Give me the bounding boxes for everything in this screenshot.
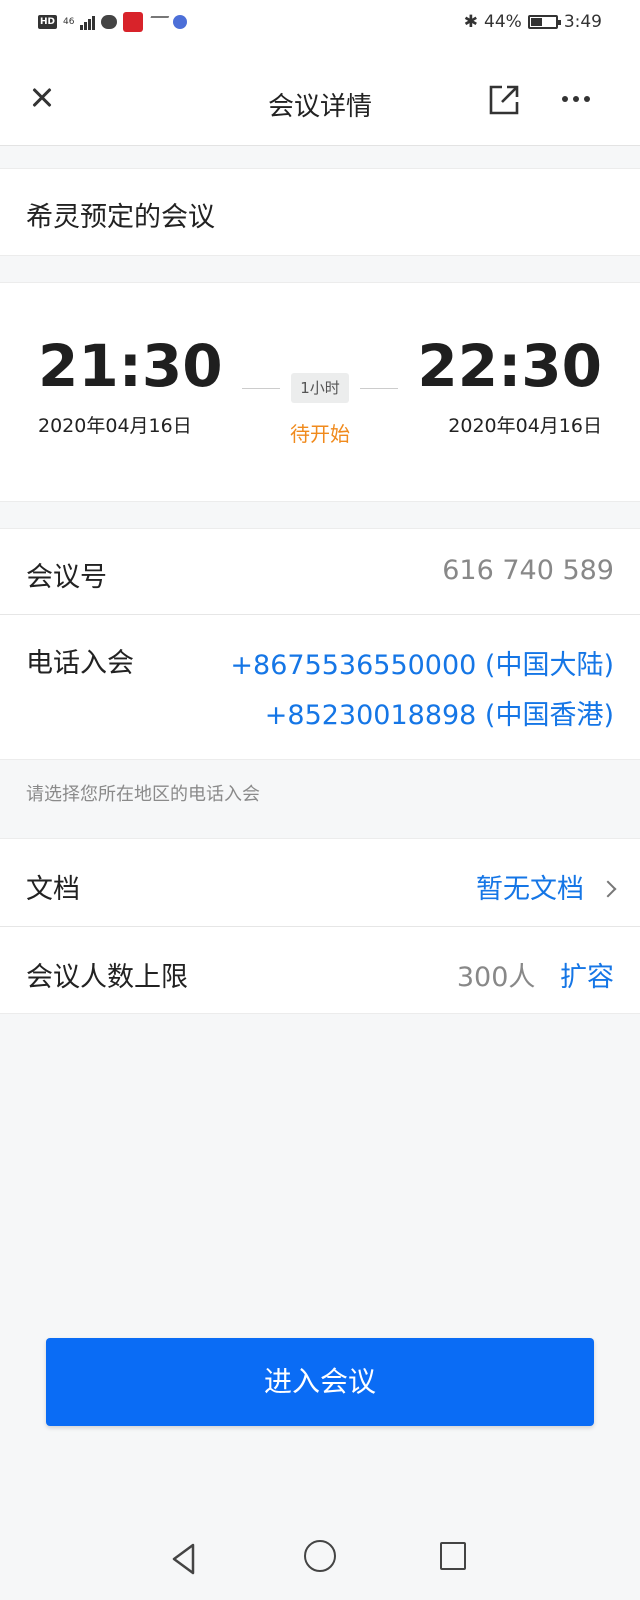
meeting-id-value[interactable]: 616 740 589: [442, 555, 614, 586]
chevron-right-icon: [599, 880, 617, 898]
phone-join-row: 电话入会 +8675536550000 (中国大陆) +85230018898 …: [0, 615, 640, 759]
app-notification-icon: [123, 12, 144, 32]
recent-apps-icon[interactable]: [440, 1542, 466, 1570]
status-icons-right: ✱ 44% 3:49: [464, 12, 602, 32]
end-date: 2020年04月16日: [448, 415, 602, 437]
app-root: HD 46 ✱ 44% 3:49 会议详情 希灵预定的会议 21:30 2020…: [0, 0, 640, 1600]
meeting-extra-group: 文档 暂无文档 会议人数上限 300人 扩容: [0, 838, 640, 1014]
app-notification-icon-2: [147, 16, 170, 28]
capacity-row: 会议人数上限 300人 扩容: [0, 927, 640, 1013]
document-row[interactable]: 文档 暂无文档: [0, 839, 640, 927]
divider-line: [360, 388, 398, 389]
meeting-id-label: 会议号: [26, 562, 107, 593]
end-time-block: 22:30 2020年04月16日: [402, 335, 602, 438]
capacity-value-wrap: 300人 扩容: [457, 955, 614, 994]
bluetooth-icon: ✱: [463, 12, 479, 32]
system-navigation-bar: [0, 1518, 640, 1600]
start-time: 21:30: [38, 332, 223, 400]
meeting-status: 待开始: [290, 422, 350, 446]
start-date: 2020年04月16日: [38, 415, 192, 437]
enter-meeting-button[interactable]: 进入会议: [46, 1338, 594, 1426]
meeting-id-row[interactable]: 会议号 616 740 589: [0, 529, 640, 615]
status-icons-left: HD 46: [38, 12, 188, 32]
share-icon[interactable]: [488, 84, 520, 116]
battery-icon: [527, 15, 561, 29]
battery-percent: 44%: [484, 12, 522, 32]
battery-fill: [530, 18, 542, 26]
home-icon[interactable]: [304, 1540, 336, 1572]
phone-number-mainland[interactable]: +8675536550000 (中国大陆): [230, 643, 614, 682]
page-title: 会议详情: [267, 92, 372, 122]
duration-badge: 1小时: [291, 373, 349, 403]
back-icon[interactable]: [170, 1542, 196, 1580]
document-value: 暂无文档: [476, 874, 584, 905]
duration-indicator: 1小时: [240, 373, 400, 403]
meeting-info-group: 会议号 616 740 589 电话入会 +8675536550000 (中国大…: [0, 528, 640, 760]
divider-line: [242, 388, 280, 389]
wechat-notification-icon: [101, 15, 118, 29]
phone-join-label: 电话入会: [26, 648, 134, 679]
meeting-time-card: 21:30 2020年04月16日 1小时 待开始 22:30 2020年04月…: [0, 282, 640, 502]
clock: 3:49: [563, 12, 602, 32]
meeting-title-card: 希灵预定的会议: [0, 168, 640, 256]
more-options-icon[interactable]: [562, 96, 602, 108]
document-value-wrap[interactable]: 暂无文档: [476, 867, 617, 906]
start-time-block: 21:30 2020年04月16日: [38, 335, 238, 438]
phone-number-hongkong[interactable]: +85230018898 (中国香港): [265, 693, 614, 732]
document-label: 文档: [26, 874, 80, 905]
end-time: 22:30: [417, 332, 602, 400]
expand-capacity-link[interactable]: 扩容: [560, 962, 614, 993]
capacity-value: 300人: [456, 962, 536, 993]
region-hint: 请选择您所在地区的电话入会: [26, 784, 260, 805]
network-type: 46: [63, 16, 75, 27]
music-notification-icon: [173, 15, 188, 29]
capacity-label: 会议人数上限: [26, 962, 188, 993]
nav-bar: 会议详情: [0, 50, 640, 146]
signal-icon: [80, 14, 96, 30]
meeting-title: 希灵预定的会议: [26, 202, 215, 233]
hd-icon: HD: [38, 15, 58, 29]
status-bar: HD 46 ✱ 44% 3:49: [0, 0, 640, 50]
